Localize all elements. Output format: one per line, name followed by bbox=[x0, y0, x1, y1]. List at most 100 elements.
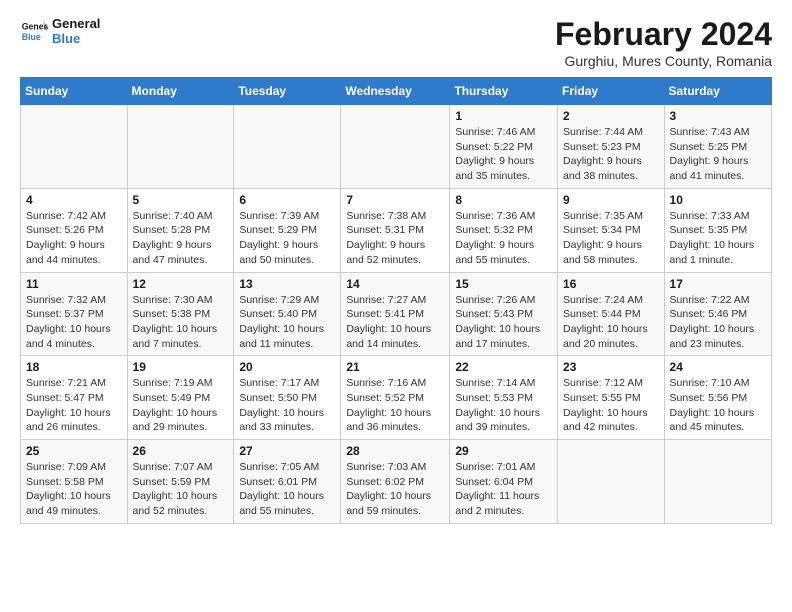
day-info: Sunrise: 7:10 AM Sunset: 5:56 PM Dayligh… bbox=[670, 376, 766, 435]
calendar-cell: 18Sunrise: 7:21 AM Sunset: 5:47 PM Dayli… bbox=[21, 356, 128, 440]
title-block: February 2024 Gurghiu, Mures County, Rom… bbox=[555, 16, 772, 69]
day-number: 9 bbox=[563, 193, 659, 207]
day-info: Sunrise: 7:24 AM Sunset: 5:44 PM Dayligh… bbox=[563, 293, 659, 352]
calendar-week-row: 18Sunrise: 7:21 AM Sunset: 5:47 PM Dayli… bbox=[21, 356, 772, 440]
calendar-cell: 6 Sunrise: 7:39 AM Sunset: 5:29 PM Daylig… bbox=[234, 188, 341, 272]
day-info: Sunrise: 7:33 AM Sunset: 5:35 PM Dayligh… bbox=[670, 209, 766, 268]
day-number: 15 bbox=[455, 277, 552, 291]
calendar-day-header: Wednesday bbox=[341, 78, 450, 105]
day-info: Sunrise: 7:44 AM Sunset: 5:23 PM Dayligh… bbox=[563, 125, 659, 184]
calendar-cell: 7 Sunrise: 7:38 AM Sunset: 5:31 PM Daylig… bbox=[341, 188, 450, 272]
page-title: February 2024 bbox=[555, 16, 772, 53]
calendar-day-header: Thursday bbox=[450, 78, 558, 105]
day-number: 23 bbox=[563, 360, 659, 374]
day-info: Sunrise: 7:07 AM Sunset: 5:59 PM Dayligh… bbox=[133, 460, 229, 519]
day-info: Sunrise: 7:12 AM Sunset: 5:55 PM Dayligh… bbox=[563, 376, 659, 435]
day-number: 14 bbox=[346, 277, 444, 291]
calendar-cell: 16 Sunrise: 7:24 AM Sunset: 5:44 PM Dayli… bbox=[558, 272, 665, 356]
day-number: 22 bbox=[455, 360, 552, 374]
day-number: 6 bbox=[239, 193, 335, 207]
day-info: Sunrise: 7:39 AM Sunset: 5:29 PM Dayligh… bbox=[239, 209, 335, 268]
logo-general: General bbox=[52, 16, 100, 31]
day-info: Sunrise: 7:01 AM Sunset: 6:04 PM Dayligh… bbox=[455, 460, 552, 519]
day-number: 24 bbox=[670, 360, 766, 374]
day-number: 27 bbox=[239, 444, 335, 458]
day-number: 5 bbox=[133, 193, 229, 207]
calendar-cell: 5 Sunrise: 7:40 AM Sunset: 5:28 PM Daylig… bbox=[127, 188, 234, 272]
day-number: 25 bbox=[26, 444, 122, 458]
day-info: Sunrise: 7:14 AM Sunset: 5:53 PM Dayligh… bbox=[455, 376, 552, 435]
header: General Blue General Blue February 2024 … bbox=[20, 16, 772, 69]
logo-blue: Blue bbox=[52, 31, 100, 46]
day-info: Sunrise: 7:43 AM Sunset: 5:25 PM Dayligh… bbox=[670, 125, 766, 184]
day-info: Sunrise: 7:40 AM Sunset: 5:28 PM Dayligh… bbox=[133, 209, 229, 268]
day-number: 21 bbox=[346, 360, 444, 374]
calendar-cell: 14 Sunrise: 7:27 AM Sunset: 5:41 PM Dayli… bbox=[341, 272, 450, 356]
day-info: Sunrise: 7:22 AM Sunset: 5:46 PM Dayligh… bbox=[670, 293, 766, 352]
calendar-cell: 25 Sunrise: 7:09 AM Sunset: 5:58 PM Dayli… bbox=[21, 440, 128, 524]
calendar-day-header: Saturday bbox=[664, 78, 771, 105]
day-number: 18 bbox=[26, 360, 122, 374]
calendar-cell: 26Sunrise: 7:07 AM Sunset: 5:59 PM Dayli… bbox=[127, 440, 234, 524]
day-info: Sunrise: 7:17 AM Sunset: 5:50 PM Dayligh… bbox=[239, 376, 335, 435]
calendar-day-header: Tuesday bbox=[234, 78, 341, 105]
day-info: Sunrise: 7:30 AM Sunset: 5:38 PM Dayligh… bbox=[133, 293, 229, 352]
calendar-cell: 9Sunrise: 7:35 AM Sunset: 5:34 PM Daylig… bbox=[558, 188, 665, 272]
day-number: 3 bbox=[670, 109, 766, 123]
calendar-cell: 4Sunrise: 7:42 AM Sunset: 5:26 PM Daylig… bbox=[21, 188, 128, 272]
logo: General Blue General Blue bbox=[20, 16, 100, 46]
calendar-cell: 21 Sunrise: 7:16 AM Sunset: 5:52 PM Dayli… bbox=[341, 356, 450, 440]
calendar-cell: 3 Sunrise: 7:43 AM Sunset: 5:25 PM Daylig… bbox=[664, 105, 771, 189]
calendar-cell: 20 Sunrise: 7:17 AM Sunset: 5:50 PM Dayli… bbox=[234, 356, 341, 440]
calendar-cell: 10 Sunrise: 7:33 AM Sunset: 5:35 PM Dayli… bbox=[664, 188, 771, 272]
calendar-cell: 27Sunrise: 7:05 AM Sunset: 6:01 PM Dayli… bbox=[234, 440, 341, 524]
calendar-cell bbox=[127, 105, 234, 189]
calendar-table: SundayMondayTuesdayWednesdayThursdayFrid… bbox=[20, 77, 772, 524]
calendar-day-header: Friday bbox=[558, 78, 665, 105]
day-number: 12 bbox=[133, 277, 229, 291]
day-info: Sunrise: 7:46 AM Sunset: 5:22 PM Dayligh… bbox=[455, 125, 552, 184]
calendar-cell bbox=[234, 105, 341, 189]
day-number: 7 bbox=[346, 193, 444, 207]
calendar-cell: 24 Sunrise: 7:10 AM Sunset: 5:56 PM Dayli… bbox=[664, 356, 771, 440]
calendar-cell: 12 Sunrise: 7:30 AM Sunset: 5:38 PM Dayli… bbox=[127, 272, 234, 356]
svg-text:Blue: Blue bbox=[22, 32, 41, 42]
day-number: 2 bbox=[563, 109, 659, 123]
calendar-cell: 2 Sunrise: 7:44 AM Sunset: 5:23 PM Daylig… bbox=[558, 105, 665, 189]
calendar-cell: 23 Sunrise: 7:12 AM Sunset: 5:55 PM Dayli… bbox=[558, 356, 665, 440]
day-number: 13 bbox=[239, 277, 335, 291]
calendar-cell: 1Sunrise: 7:46 AM Sunset: 5:22 PM Daylig… bbox=[450, 105, 558, 189]
day-info: Sunrise: 7:09 AM Sunset: 5:58 PM Dayligh… bbox=[26, 460, 122, 519]
calendar-week-row: 4Sunrise: 7:42 AM Sunset: 5:26 PM Daylig… bbox=[21, 188, 772, 272]
day-info: Sunrise: 7:38 AM Sunset: 5:31 PM Dayligh… bbox=[346, 209, 444, 268]
day-number: 10 bbox=[670, 193, 766, 207]
calendar-cell: 17 Sunrise: 7:22 AM Sunset: 5:46 PM Dayli… bbox=[664, 272, 771, 356]
calendar-cell: 11Sunrise: 7:32 AM Sunset: 5:37 PM Dayli… bbox=[21, 272, 128, 356]
day-number: 8 bbox=[455, 193, 552, 207]
calendar-day-header: Monday bbox=[127, 78, 234, 105]
day-number: 17 bbox=[670, 277, 766, 291]
day-number: 19 bbox=[133, 360, 229, 374]
day-number: 29 bbox=[455, 444, 552, 458]
day-info: Sunrise: 7:26 AM Sunset: 5:43 PM Dayligh… bbox=[455, 293, 552, 352]
calendar-cell bbox=[664, 440, 771, 524]
calendar-cell bbox=[558, 440, 665, 524]
calendar-cell: 19 Sunrise: 7:19 AM Sunset: 5:49 PM Dayli… bbox=[127, 356, 234, 440]
day-number: 20 bbox=[239, 360, 335, 374]
day-info: Sunrise: 7:03 AM Sunset: 6:02 PM Dayligh… bbox=[346, 460, 444, 519]
day-info: Sunrise: 7:27 AM Sunset: 5:41 PM Dayligh… bbox=[346, 293, 444, 352]
day-number: 16 bbox=[563, 277, 659, 291]
day-number: 28 bbox=[346, 444, 444, 458]
day-info: Sunrise: 7:29 AM Sunset: 5:40 PM Dayligh… bbox=[239, 293, 335, 352]
calendar-week-row: 25 Sunrise: 7:09 AM Sunset: 5:58 PM Dayli… bbox=[21, 440, 772, 524]
calendar-day-header: Sunday bbox=[21, 78, 128, 105]
day-info: Sunrise: 7:16 AM Sunset: 5:52 PM Dayligh… bbox=[346, 376, 444, 435]
calendar-header-row: SundayMondayTuesdayWednesdayThursdayFrid… bbox=[21, 78, 772, 105]
day-info: Sunrise: 7:19 AM Sunset: 5:49 PM Dayligh… bbox=[133, 376, 229, 435]
calendar-week-row: 1Sunrise: 7:46 AM Sunset: 5:22 PM Daylig… bbox=[21, 105, 772, 189]
calendar-cell: 13 Sunrise: 7:29 AM Sunset: 5:40 PM Dayli… bbox=[234, 272, 341, 356]
day-info: Sunrise: 7:36 AM Sunset: 5:32 PM Dayligh… bbox=[455, 209, 552, 268]
calendar-cell: 8 Sunrise: 7:36 AM Sunset: 5:32 PM Daylig… bbox=[450, 188, 558, 272]
calendar-cell bbox=[21, 105, 128, 189]
page-subtitle: Gurghiu, Mures County, Romania bbox=[555, 53, 772, 69]
